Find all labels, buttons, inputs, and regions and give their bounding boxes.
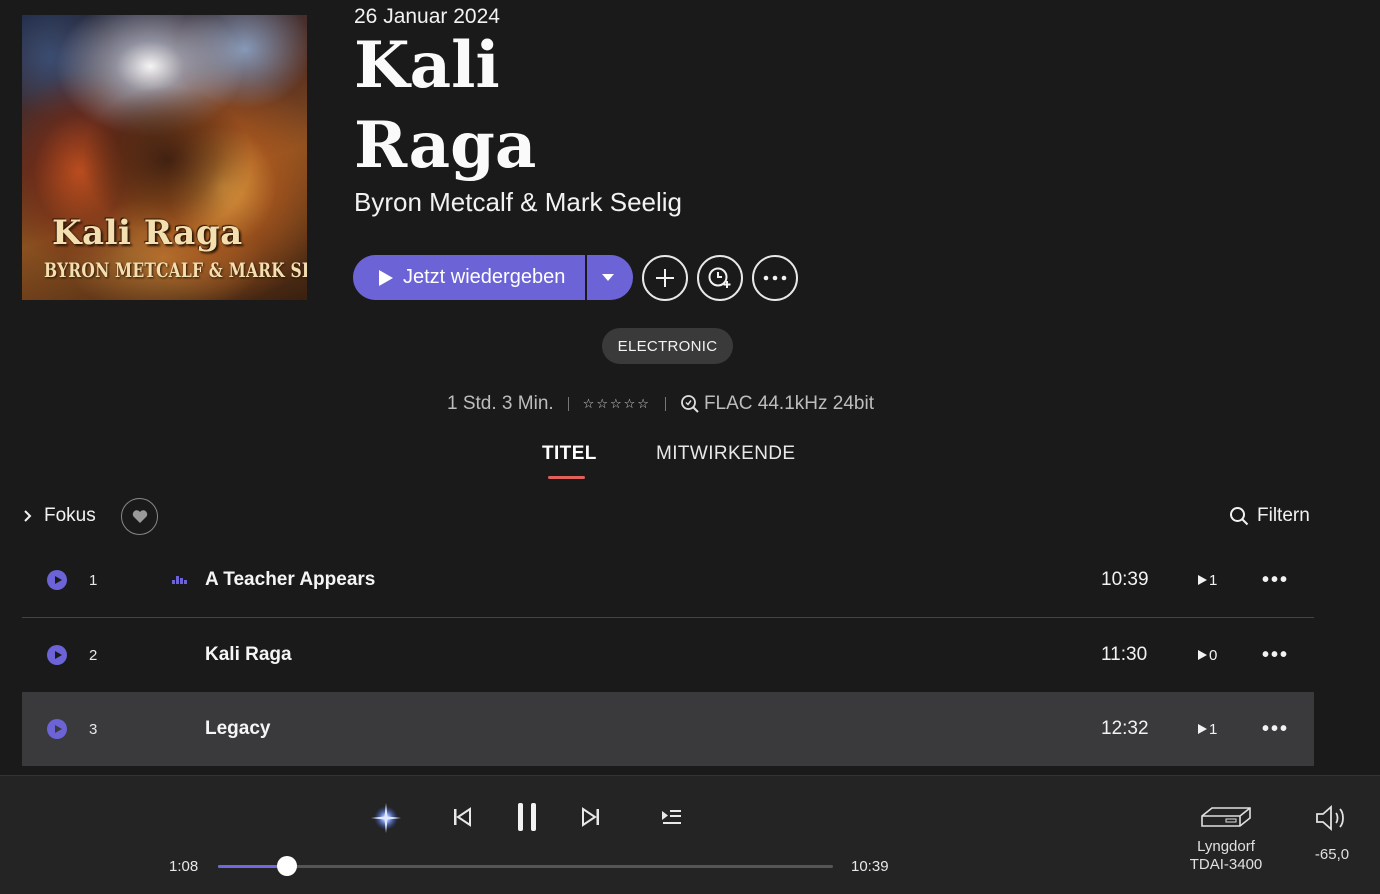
track-more-button[interactable]: •••: [1262, 718, 1289, 741]
play-options-dropdown[interactable]: [587, 255, 633, 300]
add-to-library-button[interactable]: [642, 255, 688, 301]
progress-knob[interactable]: [277, 856, 298, 876]
cover-title: Kali Raga: [52, 213, 243, 253]
track-more-button[interactable]: •••: [1262, 644, 1289, 667]
album-title: Kali Raga: [354, 26, 536, 186]
device-name-line1: Lyngdorf: [1197, 838, 1255, 855]
player-bar: 1:08 10:39 Lyngdorf TDAI-3400 -65,0: [0, 775, 1380, 894]
total-time: 10:39: [851, 858, 889, 875]
track-duration: 10:39: [1101, 569, 1149, 590]
quality-magnify-icon: [681, 395, 699, 413]
track-play-count: 1: [1198, 572, 1217, 589]
play-icon: [379, 269, 393, 286]
sparkle-icon: [371, 803, 401, 833]
divider: [664, 397, 666, 411]
chevron-down-icon: [602, 274, 614, 281]
track-duration: 11:30: [1101, 644, 1148, 665]
play-icon: [54, 651, 62, 659]
output-device-button[interactable]: Lyngdorf TDAI-3400: [1180, 804, 1272, 874]
artist-name[interactable]: Byron Metcalf & Mark Seelig: [354, 187, 682, 218]
track-play-button[interactable]: [47, 570, 67, 590]
previous-track-button[interactable]: [450, 804, 474, 830]
play-now-label: Jetzt wiedergeben: [403, 266, 566, 288]
play-now-button[interactable]: Jetzt wiedergeben: [353, 255, 585, 300]
track-duration: 12:32: [1101, 718, 1149, 739]
play-count-icon: [1198, 575, 1207, 585]
queue-icon: [662, 810, 681, 824]
divider: [567, 397, 569, 411]
clock-add-icon: [708, 267, 731, 288]
search-icon: [1230, 507, 1249, 526]
active-tab-indicator: [548, 476, 585, 479]
speaker-icon: [1316, 805, 1344, 831]
pause-icon: [518, 803, 536, 831]
favorite-button[interactable]: [121, 498, 158, 535]
more-options-button[interactable]: [752, 255, 798, 301]
volume-level: -65,0: [1314, 846, 1350, 863]
device-name-line2: TDAI-3400: [1189, 856, 1263, 873]
play-count-value: 0: [1209, 646, 1218, 664]
amplifier-icon: [1201, 807, 1251, 827]
radio-spark-button[interactable]: [366, 798, 406, 838]
album-title-line1: Kali: [354, 28, 500, 103]
track-more-button[interactable]: •••: [1262, 569, 1289, 592]
filter-label: Filtern: [1257, 505, 1310, 526]
track-title: Kali Raga: [205, 644, 292, 665]
track-title: A Teacher Appears: [205, 569, 376, 590]
track-play-button[interactable]: [47, 645, 67, 665]
now-playing-equalizer-icon: [172, 574, 187, 584]
album-title-line2: Raga: [354, 108, 537, 183]
genre-tag[interactable]: ELECTRONIC: [602, 328, 733, 364]
tab-titel[interactable]: TITEL: [542, 443, 597, 465]
elapsed-time: 1:08: [169, 858, 199, 875]
next-track-button[interactable]: [579, 804, 603, 830]
play-count-icon: [1198, 650, 1207, 660]
track-row[interactable]: 1 A Teacher Appears 10:39 1 •••: [22, 543, 1314, 617]
rating-stars[interactable]: ☆☆☆☆☆: [583, 396, 651, 412]
play-count-icon: [1198, 724, 1207, 734]
audio-format: FLAC 44.1kHz 24bit: [703, 393, 874, 414]
track-row[interactable]: 3 Legacy 12:32 1 •••: [22, 692, 1314, 766]
focus-toggle[interactable]: Fokus: [22, 505, 96, 527]
skip-forward-icon: [582, 807, 599, 827]
play-count-value: 1: [1209, 571, 1218, 589]
play-icon: [54, 725, 62, 733]
more-icon: [763, 275, 787, 281]
play-icon: [54, 576, 62, 584]
track-number: 1: [89, 571, 98, 589]
album-duration: 1 Std. 3 Min.: [447, 393, 554, 414]
track-play-count: 1: [1198, 721, 1217, 738]
heart-icon: [132, 510, 147, 523]
focus-label: Fokus: [44, 505, 96, 526]
add-to-queue-later-button[interactable]: [697, 255, 743, 301]
progress-bar[interactable]: [218, 856, 833, 876]
track-number: 3: [89, 720, 98, 738]
tab-mitwirkende[interactable]: MITWIRKENDE: [656, 443, 796, 465]
track-number: 2: [89, 646, 98, 664]
queue-button[interactable]: [658, 806, 684, 828]
play-count-value: 1: [1209, 720, 1218, 738]
skip-back-icon: [454, 807, 471, 827]
album-cover: Kali Raga BYRON METCALF & MARK SEELIG: [22, 15, 307, 300]
track-title: Legacy: [205, 718, 271, 739]
chevron-right-icon: [24, 510, 32, 522]
plus-icon: [656, 269, 674, 287]
volume-button[interactable]: -65,0: [1306, 804, 1358, 863]
pause-button[interactable]: [512, 801, 542, 833]
track-play-count: 0: [1198, 647, 1217, 664]
filter-button[interactable]: Filtern: [1229, 505, 1310, 527]
track-play-button[interactable]: [47, 719, 67, 739]
track-row[interactable]: 2 Kali Raga 11:30 0 •••: [22, 618, 1314, 692]
cover-artists: BYRON METCALF & MARK SEELIG: [44, 258, 307, 282]
album-meta: 1 Std. 3 Min. ☆☆☆☆☆ FLAC 44.1kHz 24bit: [447, 392, 874, 416]
